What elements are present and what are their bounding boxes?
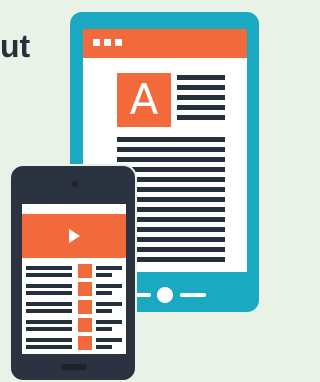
list-line [26, 327, 72, 331]
list-thumbnail [78, 336, 92, 350]
list-thumbnail [78, 300, 92, 314]
list-line [96, 291, 112, 295]
list-line [96, 273, 112, 277]
list-line [96, 302, 122, 306]
list-line [26, 320, 72, 324]
heading-fragment: ut [0, 28, 31, 64]
list-line [26, 345, 72, 349]
phone-illustration [9, 164, 137, 382]
list-line [26, 273, 72, 277]
home-bar-right [180, 293, 206, 297]
tablet-top-bar [83, 29, 247, 58]
list-line [96, 266, 122, 270]
phone-home-button [61, 364, 87, 370]
video-player [22, 214, 126, 258]
phone-screen [22, 204, 126, 354]
camera-icon [72, 181, 78, 187]
list-thumbnail [78, 318, 92, 332]
list-line [96, 320, 122, 324]
text-line [117, 137, 225, 142]
list-line [26, 338, 72, 342]
list-line [96, 338, 122, 342]
text-line [177, 95, 225, 100]
text-line [117, 157, 225, 162]
list-thumbnail [78, 282, 92, 296]
text-line [177, 85, 225, 90]
list-line [96, 309, 112, 313]
list-line [96, 345, 112, 349]
list-line [26, 266, 72, 270]
three-dots-icon [93, 39, 122, 46]
list-line [96, 284, 122, 288]
list-line [96, 327, 112, 331]
text-line [177, 105, 225, 110]
play-icon [69, 229, 80, 243]
list-thumbnail [78, 264, 92, 278]
article-logo: A [117, 73, 171, 127]
text-line [177, 115, 225, 120]
list-line [26, 302, 72, 306]
list-line [26, 284, 72, 288]
list-line [26, 291, 72, 295]
home-button-icon [157, 287, 173, 303]
text-line [177, 75, 225, 80]
list-line [26, 309, 72, 313]
text-line [117, 147, 225, 152]
